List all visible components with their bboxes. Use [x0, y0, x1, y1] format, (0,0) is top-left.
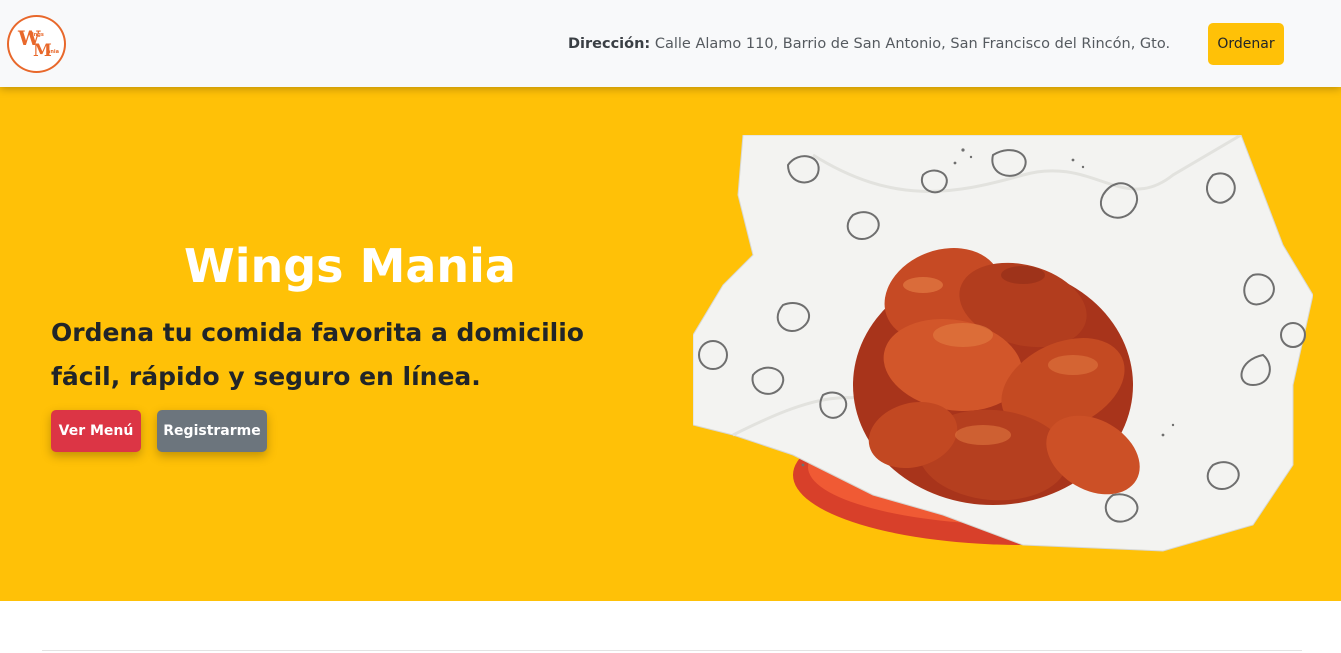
hero-subtitle: Ordena tu comida favorita a domicilio fá… [51, 318, 584, 391]
address-label: Dirección: [568, 36, 651, 52]
logo-letters-ania: ania [47, 49, 60, 55]
hero-section: Wings Mania Ordena tu comida favorita a … [0, 87, 1341, 601]
address-value: Calle Alamo 110, Barrio de San Antonio, … [654, 36, 1171, 52]
chicken-wings-image [692, 133, 1314, 555]
navbar: W ings M ania Dirección: Calle Alamo 110… [0, 0, 1341, 87]
divider [42, 650, 1302, 651]
address-text: Dirección: Calle Alamo 110, Barrio de Sa… [568, 34, 1170, 54]
brand-logo[interactable]: W ings M ania [7, 15, 66, 73]
logo-letters-ings: ings [32, 32, 44, 38]
order-button[interactable]: Ordenar [1208, 23, 1284, 65]
register-button[interactable]: Registrarme [157, 410, 267, 452]
view-menu-button[interactable]: Ver Menú [51, 410, 141, 452]
hero-title: Wings Mania [184, 239, 516, 293]
